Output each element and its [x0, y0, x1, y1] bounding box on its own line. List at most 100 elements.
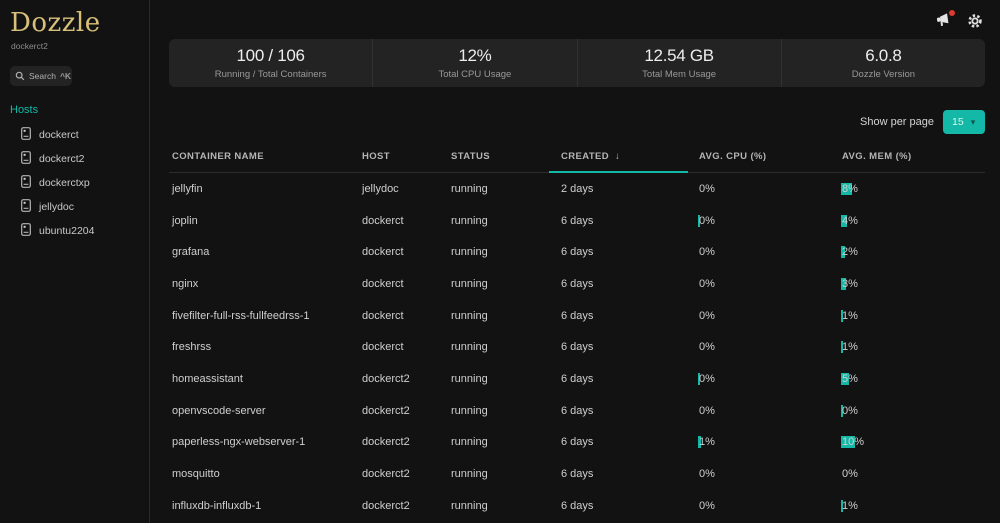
column-header-label: STATUS — [451, 151, 490, 162]
table-row-influxdb-influxdb-1[interactable]: influxdb-influxdb-1dockerct2running6 day… — [169, 490, 985, 522]
created-cell: 6 days — [558, 215, 696, 227]
avg-cpu-value: 0% — [699, 341, 715, 353]
created-cell: 6 days — [558, 278, 696, 290]
per-page-select[interactable]: 15 ▾ — [943, 110, 985, 134]
avg-mem-cell: 0% — [839, 468, 985, 480]
sidebar: Dozzle dockerct2 Search ^K Hosts dockerc… — [0, 0, 150, 523]
status-cell: running — [448, 183, 558, 195]
created-cell: 6 days — [558, 246, 696, 258]
stat-label: Total Mem Usage — [578, 69, 781, 80]
host-item-label: dockerct2 — [39, 153, 85, 165]
created-cell: 6 days — [558, 436, 696, 448]
status-cell: running — [448, 341, 558, 353]
table-row-joplin[interactable]: joplindockerctrunning6 days0%4% — [169, 205, 985, 237]
gear-icon — [967, 17, 983, 32]
avg-mem-cell: 1% — [839, 341, 985, 353]
host-icon — [21, 223, 31, 239]
host-cell: dockerct2 — [359, 436, 448, 448]
container-name: grafana — [169, 246, 359, 258]
app-logo[interactable]: Dozzle — [10, 8, 141, 38]
stat-value: 12.54 GB — [578, 46, 781, 66]
status-cell: running — [448, 500, 558, 512]
status-cell: running — [448, 405, 558, 417]
hosts-section-title: Hosts — [10, 104, 141, 116]
column-header-host[interactable]: HOST — [359, 151, 448, 162]
table-body: jellyfinjellydocrunning2 days0%8%joplind… — [169, 173, 985, 522]
avg-mem-cell: 3% — [839, 278, 985, 290]
sidebar-item-host-dockerct[interactable]: dockerct — [10, 123, 141, 147]
host-cell: dockerct — [359, 246, 448, 258]
column-header-created[interactable]: CREATED ↓ — [558, 151, 696, 162]
main-content: 100 / 106Running / Total Containers12%To… — [150, 0, 1000, 523]
sidebar-item-host-ubuntu2204[interactable]: ubuntu2204 — [10, 219, 141, 243]
column-header-container-name[interactable]: CONTAINER NAME — [169, 151, 359, 162]
created-cell: 6 days — [558, 405, 696, 417]
stat-cell: 6.0.8Dozzle Version — [782, 39, 985, 87]
avg-mem-value: 3% — [842, 278, 858, 290]
table-row-freshrss[interactable]: freshrssdockerctrunning6 days0%1% — [169, 331, 985, 363]
stats-bar: 100 / 106Running / Total Containers12%To… — [169, 39, 985, 87]
status-cell: running — [448, 373, 558, 385]
table-row-nginx[interactable]: nginxdockerctrunning6 days0%3% — [169, 268, 985, 300]
search-input[interactable]: Search ^K — [10, 66, 72, 86]
container-name: influxdb-influxdb-1 — [169, 500, 359, 512]
column-header-avg-mem[interactable]: AVG. MEM (%) — [839, 151, 985, 162]
search-icon — [15, 69, 25, 84]
container-name: mosquitto — [169, 468, 359, 480]
announcements-button[interactable] — [935, 13, 951, 28]
avg-cpu-cell: 0% — [696, 278, 839, 290]
avg-mem-cell: 1% — [839, 310, 985, 322]
table-row-homeassistant[interactable]: homeassistantdockerct2running6 days0%5% — [169, 363, 985, 395]
host-item-label: jellydoc — [39, 201, 74, 213]
host-cell: dockerct2 — [359, 468, 448, 480]
container-name: nginx — [169, 278, 359, 290]
sidebar-item-host-jellydoc[interactable]: jellydoc — [10, 195, 141, 219]
table-row-mosquitto[interactable]: mosquittodockerct2running6 days0%0% — [169, 458, 985, 490]
container-name: fivefilter-full-rss-fullfeedrss-1 — [169, 310, 359, 322]
status-cell: running — [448, 215, 558, 227]
avg-mem-value: 1% — [842, 310, 858, 322]
megaphone-icon — [935, 16, 951, 31]
column-header-status[interactable]: STATUS — [448, 151, 558, 162]
host-icon — [21, 199, 31, 215]
avg-cpu-value: 0% — [699, 215, 715, 227]
table-row-paperless-ngx-webserver-1[interactable]: paperless-ngx-webserver-1dockerct2runnin… — [169, 427, 985, 459]
avg-cpu-value: 0% — [699, 183, 715, 195]
sidebar-item-host-dockerctxp[interactable]: dockerctxp — [10, 171, 141, 195]
column-header-avg-cpu[interactable]: AVG. CPU (%) — [696, 151, 839, 162]
stat-value: 12% — [373, 46, 576, 66]
avg-mem-value: 0% — [842, 468, 858, 480]
table-row-openvscode-server[interactable]: openvscode-serverdockerct2running6 days0… — [169, 395, 985, 427]
table-row-grafana[interactable]: grafanadockerctrunning6 days0%2% — [169, 236, 985, 268]
settings-button[interactable] — [967, 13, 983, 29]
table-row-fivefilter-full-rss-fullfeedrss-1[interactable]: fivefilter-full-rss-fullfeedrss-1dockerc… — [169, 300, 985, 332]
show-per-page-label: Show per page — [860, 116, 934, 128]
column-header-label: CREATED — [561, 151, 609, 162]
container-name: jellyfin — [169, 183, 359, 195]
avg-cpu-value: 0% — [699, 310, 715, 322]
chevron-down-icon: ▾ — [971, 117, 976, 128]
column-header-label: AVG. MEM (%) — [842, 151, 912, 162]
sort-desc-icon: ↓ — [615, 151, 620, 162]
sidebar-item-host-dockerct2[interactable]: dockerct2 — [10, 147, 141, 171]
avg-mem-cell: 10% — [839, 436, 985, 448]
avg-cpu-value: 0% — [699, 278, 715, 290]
host-list: dockerct dockerct2 dockerctxp jellydoc ubunt… — [10, 123, 141, 243]
stat-cell: 100 / 106Running / Total Containers — [169, 39, 373, 87]
status-cell: running — [448, 310, 558, 322]
avg-mem-value: 2% — [842, 246, 858, 258]
avg-mem-value: 1% — [842, 500, 858, 512]
host-cell: dockerct — [359, 215, 448, 227]
table-row-jellyfin[interactable]: jellyfinjellydocrunning2 days0%8% — [169, 173, 985, 205]
avg-mem-cell: 0% — [839, 405, 985, 417]
avg-mem-cell: 5% — [839, 373, 985, 385]
stat-cell: 12.54 GB Total Mem Usage — [578, 39, 782, 87]
search-placeholder: Search — [29, 71, 56, 81]
avg-mem-value: 10% — [842, 436, 864, 448]
host-cell: dockerct — [359, 278, 448, 290]
host-icon — [21, 151, 31, 167]
created-cell: 6 days — [558, 310, 696, 322]
host-cell: dockerct2 — [359, 405, 448, 417]
created-cell: 6 days — [558, 341, 696, 353]
avg-cpu-value: 0% — [699, 373, 715, 385]
